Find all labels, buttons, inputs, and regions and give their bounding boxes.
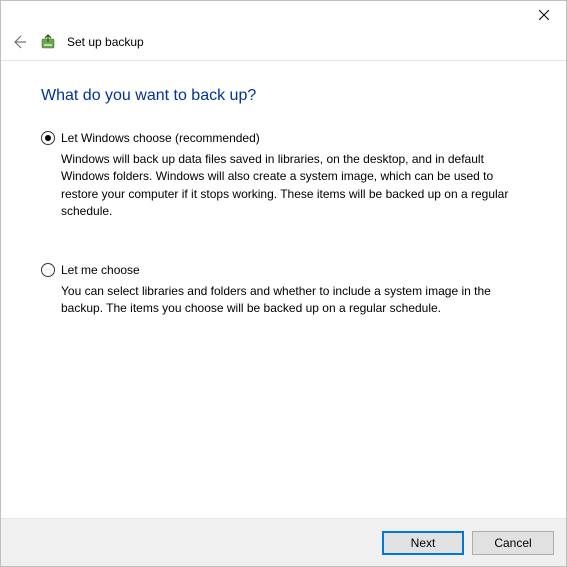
footer-bar: Next Cancel — [1, 518, 566, 566]
radio-let-me-choose[interactable] — [41, 263, 55, 277]
close-icon — [539, 10, 549, 20]
titlebar — [1, 1, 566, 31]
option-desc-let-me-choose: You can select libraries and folders and… — [61, 283, 526, 318]
header-bar: Set up backup — [1, 31, 566, 61]
wizard-window: Set up backup What do you want to back u… — [0, 0, 567, 567]
back-button[interactable] — [9, 32, 29, 52]
radio-row-let-me-choose[interactable]: Let me choose — [41, 263, 526, 277]
next-button[interactable]: Next — [382, 531, 464, 555]
page-heading: What do you want to back up? — [41, 87, 526, 105]
close-button[interactable] — [521, 1, 566, 29]
backup-icon — [39, 33, 57, 51]
radio-label-windows-choose: Let Windows choose (recommended) — [61, 131, 260, 145]
header-title: Set up backup — [67, 35, 144, 49]
radio-windows-choose[interactable] — [41, 131, 55, 145]
cancel-button[interactable]: Cancel — [472, 531, 554, 555]
option-let-windows-choose: Let Windows choose (recommended) Windows… — [41, 131, 526, 221]
content-area: What do you want to back up? Let Windows… — [1, 61, 566, 518]
option-desc-windows-choose: Windows will back up data files saved in… — [61, 151, 526, 221]
option-let-me-choose: Let me choose You can select libraries a… — [41, 263, 526, 318]
radio-label-let-me-choose: Let me choose — [61, 263, 140, 277]
back-arrow-icon — [11, 34, 27, 50]
radio-row-windows-choose[interactable]: Let Windows choose (recommended) — [41, 131, 526, 145]
